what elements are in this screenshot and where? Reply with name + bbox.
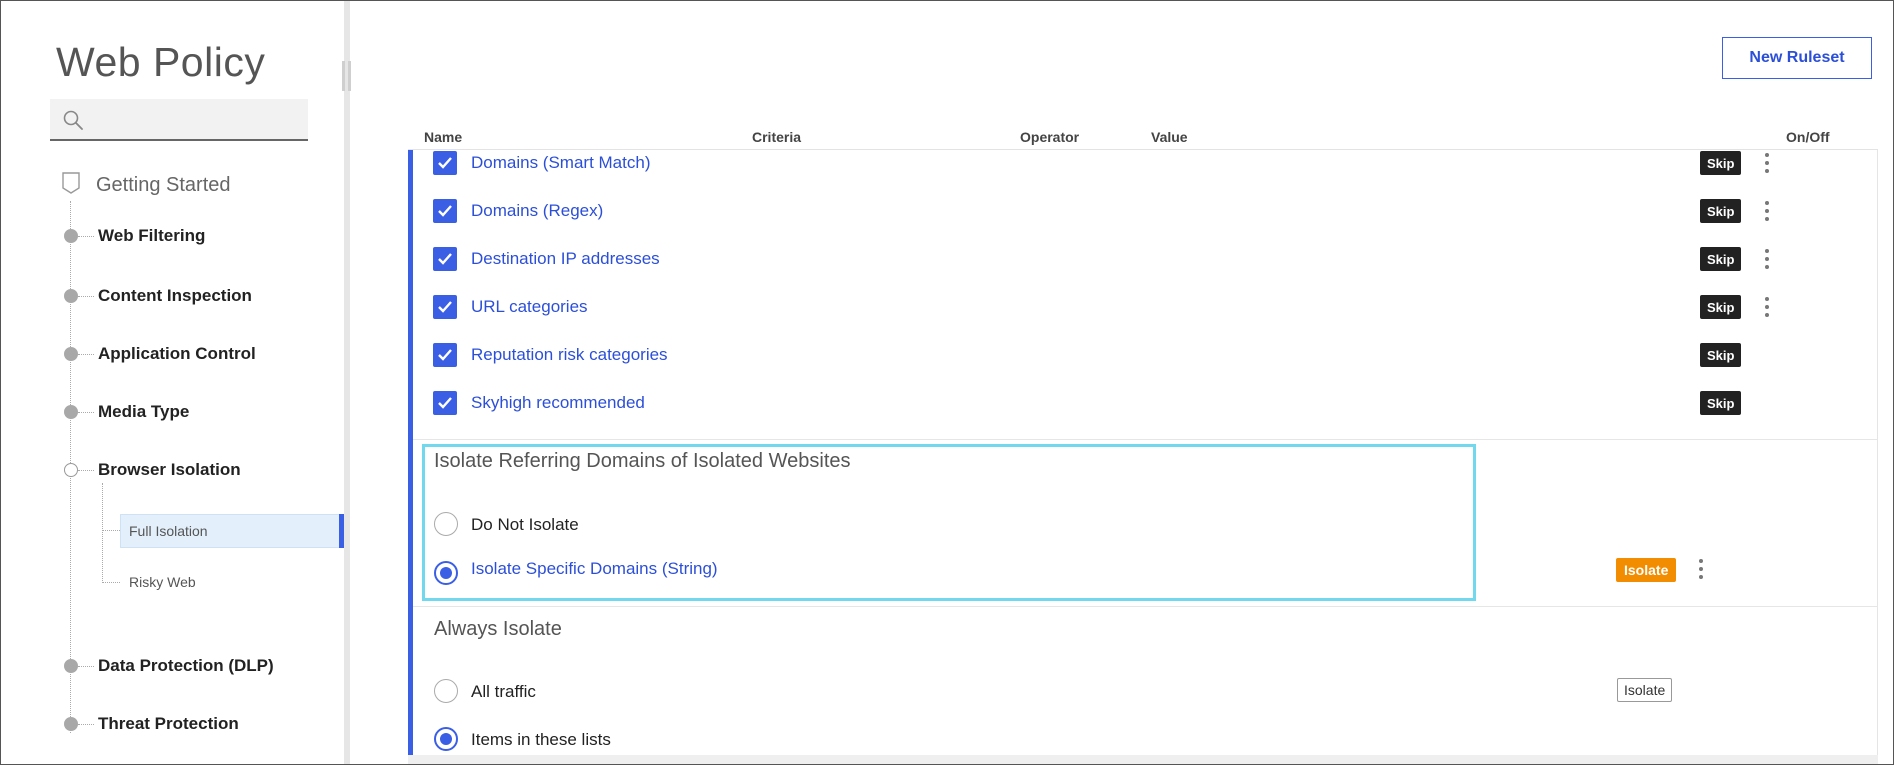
rule-group-title: Isolate Referring Domains of Isolated We…	[434, 450, 851, 472]
rule-checkbox[interactable]	[433, 151, 457, 175]
nav-dot	[64, 717, 78, 731]
table-row: Skyhigh recommended Skip	[433, 388, 1742, 418]
column-header-on-off: On/Off	[1786, 129, 1830, 145]
column-header-criteria: Criteria	[752, 129, 802, 145]
nav-item-content-inspection[interactable]: Content Inspection	[98, 286, 252, 306]
nav-item-data-protection[interactable]: Data Protection (DLP)	[98, 656, 274, 676]
getting-started-icon	[62, 172, 80, 194]
skip-badge[interactable]: Skip	[1700, 343, 1742, 367]
table-row: Domains (Regex) Skip	[433, 196, 1769, 226]
section-divider	[413, 439, 1878, 440]
checkmark-icon	[438, 253, 452, 265]
table-row: Destination IP addresses Skip	[433, 244, 1769, 274]
nav-item-application-control[interactable]: Application Control	[98, 344, 256, 364]
ruleset-accent-bar	[408, 150, 413, 758]
skip-badge[interactable]: Skip	[1700, 295, 1742, 319]
nav-item-media-type[interactable]: Media Type	[98, 402, 189, 422]
radio-do-not-isolate[interactable]	[434, 512, 458, 536]
nav-connector	[78, 724, 94, 725]
app-window: Web Policy Getting Started Web Filtering…	[0, 0, 1894, 765]
sidebar: Web Policy Getting Started Web Filtering…	[1, 1, 345, 764]
option-label: Do Not Isolate	[471, 515, 579, 534]
checkmark-icon	[438, 157, 452, 169]
sub-connector	[102, 530, 120, 531]
rule-checkbox[interactable]	[433, 247, 457, 271]
nav-item-threat-protection[interactable]: Threat Protection	[98, 714, 239, 734]
search-icon	[63, 110, 83, 130]
rule-group-title: Always Isolate	[434, 618, 562, 640]
rule-name-link[interactable]: URL categories	[471, 297, 588, 317]
more-options-icon[interactable]	[1762, 296, 1772, 318]
isolate-badge-off[interactable]: Isolate	[1617, 678, 1673, 702]
nav-dot	[64, 659, 78, 673]
nav-connector	[78, 666, 94, 667]
nav-dot	[64, 463, 78, 477]
main-content: New Ruleset Name Criteria Operator Value…	[350, 1, 1893, 764]
rule-name-link[interactable]: Domains (Regex)	[471, 201, 603, 221]
skip-badge[interactable]: Skip	[1700, 199, 1742, 223]
rule-checkbox[interactable]	[433, 295, 457, 319]
nav-connector	[78, 236, 94, 237]
nav-dot	[64, 289, 78, 303]
sub-item-full-isolation[interactable]: Full Isolation	[129, 514, 208, 548]
radio-isolate-specific-domains[interactable]	[434, 561, 458, 585]
sub-item-label: Risky Web	[129, 574, 196, 590]
column-header-name: Name	[424, 129, 463, 145]
new-ruleset-button[interactable]: New Ruleset	[1722, 37, 1872, 79]
radio-items-in-lists[interactable]	[434, 727, 458, 751]
table-row: Reputation risk categories Skip	[433, 340, 1742, 370]
skip-badge[interactable]: Skip	[1700, 247, 1742, 271]
nav-connector	[78, 470, 94, 471]
more-options-icon[interactable]	[1762, 152, 1772, 174]
rule-name-link[interactable]: Isolate Specific Domains (String)	[471, 559, 718, 579]
rule-checkbox[interactable]	[433, 391, 457, 415]
rule-name-link[interactable]: Domains (Smart Match)	[471, 153, 650, 173]
checkmark-icon	[438, 301, 452, 313]
section-divider	[413, 606, 1878, 607]
rule-checkbox[interactable]	[433, 199, 457, 223]
nav-dot	[64, 347, 78, 361]
nav-item-web-filtering[interactable]: Web Filtering	[98, 226, 205, 246]
rule-checkbox[interactable]	[433, 343, 457, 367]
nav-connector	[78, 296, 94, 297]
sub-connector	[102, 582, 120, 583]
option-label: All traffic	[471, 682, 536, 701]
search-box[interactable]	[50, 99, 308, 141]
more-options-icon[interactable]	[1696, 558, 1706, 580]
more-options-icon[interactable]	[1762, 200, 1772, 222]
skip-badge[interactable]: Skip	[1700, 151, 1742, 175]
app-title: Web Policy	[56, 39, 266, 85]
table-bottom-scroll-area	[408, 755, 1878, 764]
column-header-value: Value	[1151, 129, 1188, 145]
sub-item-risky-web[interactable]: Risky Web	[129, 565, 196, 599]
nav-dot	[64, 405, 78, 419]
sub-item-label: Full Isolation	[129, 523, 208, 539]
rule-name-link[interactable]: Reputation risk categories	[471, 345, 668, 365]
column-header-operator: Operator	[1020, 129, 1080, 145]
search-input[interactable]	[88, 105, 298, 133]
checkmark-icon	[438, 397, 452, 409]
checkmark-icon	[438, 205, 452, 217]
table-row: URL categories Skip	[433, 292, 1769, 322]
radio-all-traffic[interactable]	[434, 679, 458, 703]
nav-dot	[64, 229, 78, 243]
rule-name-link[interactable]: Destination IP addresses	[471, 249, 660, 269]
nav-connector	[78, 412, 94, 413]
sub-tree-line	[102, 483, 103, 583]
nav-item-browser-isolation[interactable]: Browser Isolation	[98, 460, 241, 480]
option-label: Items in these lists	[471, 730, 611, 749]
rule-name-link[interactable]: Skyhigh recommended	[471, 393, 645, 413]
nav-getting-started[interactable]: Getting Started	[96, 174, 231, 197]
nav-connector	[78, 354, 94, 355]
skip-badge[interactable]: Skip	[1700, 391, 1742, 415]
table-row: Domains (Smart Match) Skip	[433, 148, 1769, 178]
isolate-badge[interactable]: Isolate	[1616, 558, 1677, 582]
more-options-icon[interactable]	[1762, 248, 1772, 270]
checkmark-icon	[438, 349, 452, 361]
